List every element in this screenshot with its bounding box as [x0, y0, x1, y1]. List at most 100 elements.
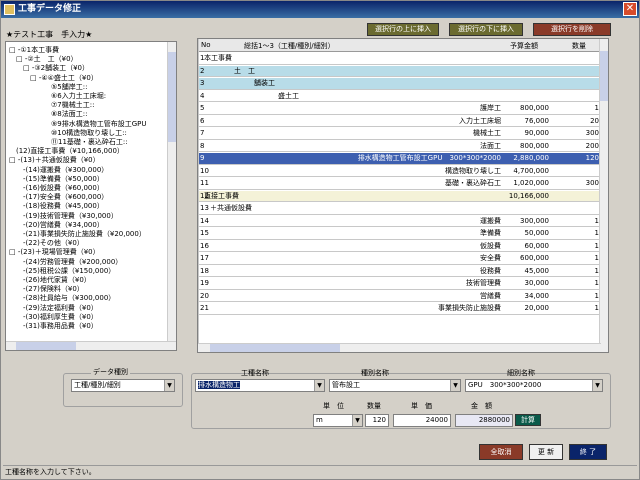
tree-node[interactable]: ⑪11基礎・裏込砕石工:: [9, 138, 128, 147]
row-name: 基礎・裏込砕石工 [445, 179, 501, 187]
cancel-all-button[interactable]: 全取消 [479, 444, 523, 460]
table-row[interactable]: 13 ＋共通仮設費 [198, 203, 601, 215]
data-kind-select[interactable]: 工種/種別/細別 ▼ [71, 379, 175, 392]
table-row[interactable]: 21 事業損失防止施設費 20,000 1 [198, 303, 601, 315]
delete-row-button[interactable]: 選択行を削除 [533, 23, 611, 36]
table-row[interactable]: 11 基礎・裏込砕石工 1,020,000 300 [198, 178, 601, 190]
tree-node[interactable]: -(31)事務用品費（¥0） [9, 322, 98, 331]
tree-node[interactable]: -(30)福利厚生費（¥0） [9, 313, 98, 322]
row-number: 2 [200, 66, 205, 75]
tree-node[interactable]: -(25)租税公課（¥150,000） [9, 267, 115, 276]
tree-node[interactable]: -(17)安全費（¥600,000） [9, 193, 108, 202]
insert-below-button[interactable]: 選択行の下に挿入 [449, 23, 523, 36]
qty-label: 数量 [367, 402, 381, 410]
table-row[interactable]: 18 役務費 45,000 1 [198, 266, 601, 277]
row-name: 護岸工 [480, 104, 501, 112]
tree-horizontal-scrollbar[interactable] [6, 341, 176, 350]
insert-above-button[interactable]: 選択行の上に挿入 [367, 23, 439, 36]
row-qty: 300 [585, 129, 599, 137]
table-row[interactable]: 7 機械土工 90,000 300 [198, 128, 601, 140]
tree-vertical-scrollbar[interactable] [167, 42, 176, 350]
tree-node[interactable]: ⑩10構造物取り壊し工:: [9, 129, 127, 138]
row-number: 18 [200, 266, 209, 275]
tree-node[interactable]: -(16)仮設費（¥60,000） [9, 184, 104, 193]
detail-select[interactable]: GPU 300*300*2000 ▼ [465, 379, 603, 392]
work-select[interactable]: 排水構造物工 ▼ [195, 379, 325, 392]
row-name: 事業損失防止施設費 [438, 304, 501, 312]
calc-button[interactable]: 計算 [515, 414, 541, 426]
table-row[interactable]: 12 直接工事費 10,166,000 [198, 190, 601, 202]
update-button[interactable]: 更 新 [529, 444, 563, 460]
table-row[interactable]: 15 準備費 50,000 1 [198, 228, 601, 240]
type-select[interactable]: 管布設工 ▼ [329, 379, 461, 392]
tree-node[interactable]: ⑥6入力土工床堀: [9, 92, 106, 101]
finish-button[interactable]: 終 了 [569, 444, 607, 460]
tree-node[interactable]: -(24)労務管理費（¥200,000） [9, 258, 122, 267]
tree-node[interactable]: (12)直接工事費（¥10,166,000） [9, 147, 124, 156]
qty-input[interactable]: 120 [365, 414, 389, 427]
row-name: 仮設費 [480, 241, 501, 250]
row-name: 安全費 [480, 254, 501, 262]
row-number: 3 [200, 79, 205, 87]
tree-node[interactable]: -(15)準備費（¥50,000） [9, 175, 104, 184]
row-number: 4 [200, 91, 205, 100]
row-number: 10 [200, 166, 209, 175]
table-row[interactable]: 16 仮設費 60,000 1 [198, 241, 601, 252]
tree-node[interactable]: ⑧8法面工:: [9, 110, 87, 119]
table-row[interactable]: 4 盛土工 [198, 91, 601, 102]
grid-vertical-scrollbar[interactable] [599, 39, 608, 352]
table-row[interactable]: 6 入力土工床堀 76,000 20 [198, 116, 601, 127]
row-name: 機械土工 [473, 129, 501, 137]
work-tree[interactable]: □ -①1本工事費 □ -②土 工（¥0） □ -③2舗装工（¥0） □ -④④… [5, 41, 177, 351]
table-row[interactable]: 1 本工事費 [198, 53, 601, 65]
table-row[interactable]: 9 排水構造物工管布設工GPU 300*300*2000 2,880,000 120 [198, 153, 601, 165]
tree-node[interactable]: -(14)運搬費（¥300,000） [9, 166, 108, 175]
grid-horizontal-scrollbar[interactable] [198, 343, 601, 352]
tree-node[interactable]: □ -(23)＋現場管理費（¥0） [9, 248, 100, 257]
table-row[interactable]: 8 法面工 800,000 200 [198, 141, 601, 152]
table-row[interactable]: 14 運搬費 300,000 1 [198, 216, 601, 227]
tree-node[interactable]: -(19)技術管理費（¥30,000） [9, 212, 118, 221]
tree-node[interactable]: □ -②土 工（¥0） [9, 55, 78, 64]
tree-node[interactable]: □ -③2舗装工（¥0） [9, 64, 89, 73]
row-name: 構造物取り壊し工 [445, 166, 501, 175]
table-row[interactable]: 19 技術管理費 30,000 1 [198, 278, 601, 290]
table-row[interactable]: 10 構造物取り壊し工 4,700,000 [198, 166, 601, 177]
row-number: 20 [200, 291, 209, 300]
tree-node[interactable]: -(29)法定福利費（¥0） [9, 304, 98, 313]
row-amount: 1,020,000 [513, 179, 549, 187]
price-input[interactable]: 24000 [393, 414, 451, 427]
unit-select[interactable]: m ▼ [313, 414, 363, 427]
row-amount: 76,000 [524, 116, 550, 125]
close-button[interactable]: ✕ [623, 2, 637, 16]
table-row[interactable]: 17 安全費 600,000 1 [198, 253, 601, 265]
tree-node[interactable]: -(28)社員給与（¥300,000） [9, 294, 115, 303]
table-row[interactable]: 5 護岸工 800,000 1 [198, 103, 601, 115]
price-label: 単 価 [411, 402, 432, 410]
tree-node[interactable]: ⑤5舗岸工:: [9, 83, 87, 92]
row-number: 15 [200, 229, 209, 237]
tree-node[interactable]: □ -(13)＋共通仮設費（¥0） [9, 156, 100, 165]
tree-node[interactable]: -(27)保険料（¥0） [9, 285, 84, 294]
row-amount: 800,000 [520, 104, 549, 112]
table-row[interactable]: 2 土 工 [198, 65, 601, 77]
table-row[interactable]: 3 舗装工 [198, 78, 601, 90]
tree-node[interactable]: □ -④④盛土工（¥0） [9, 74, 98, 83]
row-number: 7 [200, 129, 205, 137]
table-row[interactable]: 20 営繕費 34,000 1 [198, 291, 601, 302]
tree-node[interactable]: ⑨9排水構造物工管布設工GPU [9, 120, 147, 129]
row-amount: 90,000 [524, 129, 550, 137]
cost-grid[interactable]: No 総括1～3（工種/種別/細別） 予算金額 数量 1 本工事費 2 土 工 3 舗装工… [197, 38, 609, 353]
tree-node[interactable]: -(21)事業損失防止施設費（¥20,000） [9, 230, 146, 239]
tree-node[interactable]: -(18)役務費（¥45,000） [9, 202, 104, 211]
project-title: ★テスト工事 手入力★ [6, 30, 93, 39]
detail-value: GPU 300*300*2000 [468, 381, 542, 389]
row-amount: 600,000 [520, 254, 549, 262]
tree-node[interactable]: -(22)その他（¥0） [9, 239, 84, 248]
row-amount: 50,000 [524, 229, 550, 237]
tree-node[interactable]: -(26)地代家賃（¥0） [9, 276, 91, 285]
tree-node[interactable]: ⑦7機械土工:: [9, 101, 94, 110]
tree-node[interactable]: -(20)営繕費（¥34,000） [9, 221, 104, 230]
tree-node[interactable]: □ -①1本工事費 [9, 46, 59, 55]
row-name: 営繕費 [480, 291, 501, 300]
